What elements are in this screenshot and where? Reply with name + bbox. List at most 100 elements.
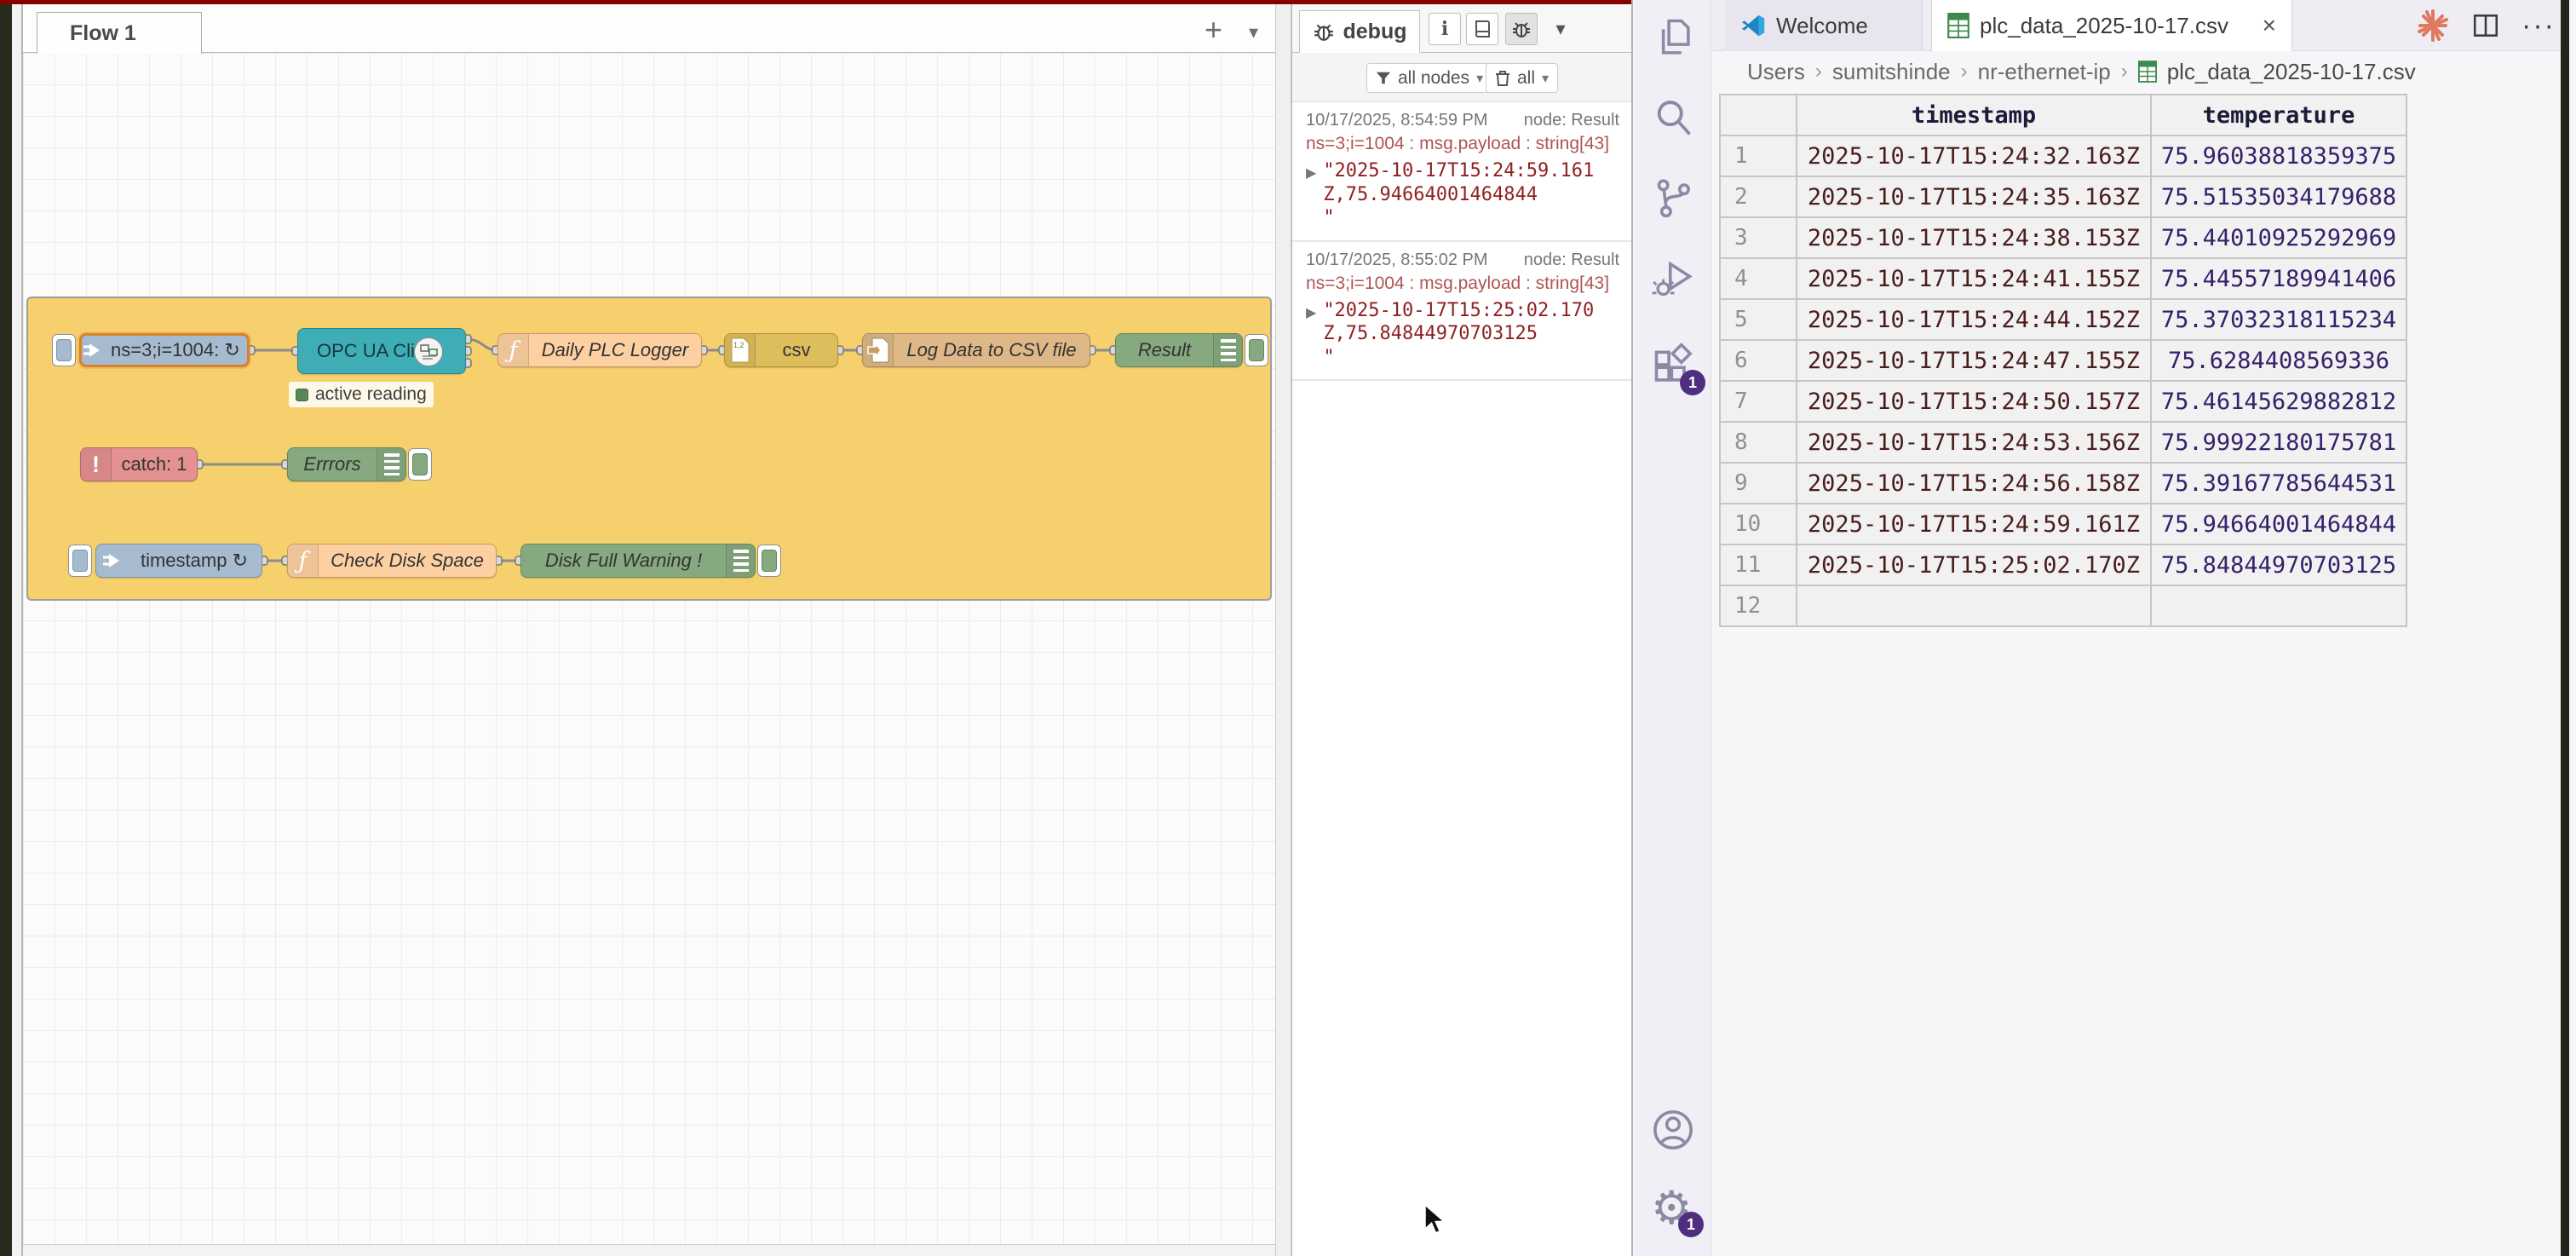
debug-filter-button[interactable]: all nodes ▾ (1366, 63, 1492, 93)
debug-toggle-inner (1249, 339, 1264, 361)
tab-csv-file[interactable]: plc_data_2025-10-17.csv × (1931, 0, 2292, 51)
message-source[interactable]: node: Result (1524, 111, 1619, 130)
breadcrumb-item[interactable]: nr-ethernet-ip (1978, 59, 2111, 85)
message-time: 10/17/2025, 8:54:59 PM (1306, 111, 1488, 130)
timestamp-cell[interactable]: 2025-10-17T15:24:38.153Z (1797, 217, 2151, 258)
table-row[interactable]: 12 (1720, 585, 2406, 626)
temperature-cell[interactable]: 75.44557189941406 (2151, 258, 2406, 299)
column-header[interactable]: temperature (2151, 95, 2406, 135)
source-control-icon[interactable] (1651, 176, 1695, 220)
table-row[interactable]: 112025-10-17T15:25:02.170Z75.84844970703… (1720, 544, 2406, 585)
account-icon[interactable] (1651, 1108, 1695, 1152)
table-row[interactable]: 72025-10-17T15:24:50.157Z75.461456298828… (1720, 381, 2406, 422)
split-editor-icon[interactable] (2467, 7, 2504, 44)
temperature-cell[interactable]: 75.84844970703125 (2151, 544, 2406, 585)
temperature-cell[interactable] (2151, 585, 2406, 626)
flow-canvas[interactable]: ns=3;i=1004: ↻ OPC UA Client active read… (23, 53, 1275, 1244)
column-header[interactable]: timestamp (1797, 95, 2151, 135)
run-debug-icon[interactable] (1651, 256, 1695, 300)
breadcrumb-item[interactable]: sumitshinde (1832, 59, 1951, 85)
debug-toggle-button[interactable] (757, 544, 781, 577)
node-result[interactable]: Result (1115, 333, 1243, 367)
message-source[interactable]: node: Result (1524, 251, 1619, 270)
timestamp-cell[interactable]: 2025-10-17T15:24:53.156Z (1797, 422, 2151, 463)
row-number: 4 (1720, 258, 1797, 299)
info-sidebar-button[interactable]: i (1429, 13, 1461, 45)
node-check-disk[interactable]: ƒ Check Disk Space (287, 544, 497, 578)
status-text: active reading (315, 384, 427, 405)
temperature-cell[interactable]: 75.96038818359375 (2151, 135, 2406, 176)
node-catch[interactable]: ! catch: 1 (80, 447, 198, 481)
timestamp-cell[interactable]: 2025-10-17T15:24:47.155Z (1797, 340, 2151, 381)
node-daily-plc-logger[interactable]: ƒ Daily PLC Logger (497, 333, 702, 367)
flow-tab[interactable]: Flow 1 (37, 12, 202, 54)
canvas-vscrollbar[interactable] (1275, 4, 1291, 1256)
table-row[interactable]: 92025-10-17T15:24:56.158Z75.391677856445… (1720, 463, 2406, 504)
table-row[interactable]: 82025-10-17T15:24:53.156Z75.999221801757… (1720, 422, 2406, 463)
temperature-cell[interactable]: 75.39167785644531 (2151, 463, 2406, 504)
table-row[interactable]: 22025-10-17T15:24:35.163Z75.515350341796… (1720, 176, 2406, 217)
timestamp-cell[interactable] (1797, 585, 2151, 626)
function-icon: ƒ (498, 334, 529, 366)
node-log-to-csv[interactable]: Log Data to CSV file (862, 333, 1090, 367)
help-sidebar-button[interactable] (1466, 13, 1498, 45)
assistant-starburst-icon[interactable] (2414, 7, 2452, 44)
sidebar-menu-button[interactable]: ▾ (1548, 13, 1573, 45)
add-flow-button[interactable]: + (1205, 16, 1222, 43)
temperature-cell[interactable]: 75.44010925292969 (2151, 217, 2406, 258)
node-errors[interactable]: Errrors (287, 447, 406, 481)
table-row[interactable]: 102025-10-17T15:24:59.161Z75.94664001464… (1720, 504, 2406, 544)
breadcrumb-item[interactable]: plc_data_2025-10-17.csv (2167, 59, 2416, 85)
node-inject-opcua[interactable]: ns=3;i=1004: ↻ (79, 333, 250, 367)
explorer-icon[interactable] (1651, 15, 1695, 60)
csv-file-icon (1947, 13, 1969, 38)
table-row[interactable]: 42025-10-17T15:24:41.155Z75.445571899414… (1720, 258, 2406, 299)
inject-button[interactable] (52, 334, 76, 366)
timestamp-cell[interactable]: 2025-10-17T15:24:35.163Z (1797, 176, 2151, 217)
extensions-icon[interactable]: 1 (1651, 343, 1695, 387)
inject-button[interactable] (68, 544, 92, 577)
temperature-cell[interactable]: 75.46145629882812 (2151, 381, 2406, 422)
debug-toolbar: all nodes ▾ all ▾ (1292, 53, 1631, 102)
expand-toggle[interactable]: ▶ (1306, 159, 1316, 230)
canvas-hscrollbar[interactable] (12, 1244, 1275, 1256)
table-row[interactable]: 62025-10-17T15:24:47.155Z75.628440856933… (1720, 340, 2406, 381)
settings-gear-icon[interactable]: ⚙ 1 (1651, 1186, 1695, 1230)
timestamp-cell[interactable]: 2025-10-17T15:24:59.161Z (1797, 504, 2151, 544)
table-row[interactable]: 32025-10-17T15:24:38.153Z75.440109252929… (1720, 217, 2406, 258)
close-tab-icon[interactable]: × (2263, 12, 2276, 39)
vscode-logo-icon (1740, 13, 1766, 38)
table-row[interactable]: 52025-10-17T15:24:44.152Z75.370323181152… (1720, 299, 2406, 340)
temperature-cell[interactable]: 75.6284408569336 (2151, 340, 2406, 381)
search-icon[interactable] (1651, 95, 1695, 140)
node-opcua-client[interactable]: OPC UA Client (297, 328, 466, 374)
temperature-cell[interactable]: 75.94664001464844 (2151, 504, 2406, 544)
table-row[interactable]: 12025-10-17T15:24:32.163Z75.960388183593… (1720, 135, 2406, 176)
caret-down-icon: ▾ (1476, 70, 1483, 87)
breadcrumb-item[interactable]: Users (1747, 59, 1805, 85)
temperature-cell[interactable]: 75.37032318115234 (2151, 299, 2406, 340)
node-csv[interactable]: 1,2 csv (724, 333, 838, 367)
debug-tab[interactable]: debug (1299, 10, 1420, 53)
table-header-row: timestamp temperature (1720, 95, 2406, 135)
node-inject-timestamp[interactable]: timestamp ↻ (95, 544, 262, 578)
debug-clear-button[interactable]: all ▾ (1486, 63, 1558, 93)
debug-toggle-button[interactable] (1245, 334, 1268, 366)
flow-list-button[interactable]: ▾ (1249, 21, 1258, 43)
timestamp-cell[interactable]: 2025-10-17T15:24:32.163Z (1797, 135, 2151, 176)
timestamp-cell[interactable]: 2025-10-17T15:24:44.152Z (1797, 299, 2151, 340)
timestamp-cell[interactable]: 2025-10-17T15:25:02.170Z (1797, 544, 2151, 585)
timestamp-cell[interactable]: 2025-10-17T15:24:56.158Z (1797, 463, 2151, 504)
debug-toggle-button[interactable] (408, 448, 432, 481)
debug-sidebar-button[interactable] (1505, 13, 1538, 45)
temperature-cell[interactable]: 75.51535034179688 (2151, 176, 2406, 217)
expand-toggle[interactable]: ▶ (1306, 299, 1316, 370)
timestamp-cell[interactable]: 2025-10-17T15:24:50.157Z (1797, 381, 2151, 422)
tab-label: plc_data_2025-10-17.csv (1980, 13, 2228, 39)
temperature-cell[interactable]: 75.99922180175781 (2151, 422, 2406, 463)
inject-arrow-icon (82, 336, 102, 365)
tab-welcome[interactable]: Welcome (1725, 0, 1923, 51)
node-disk-warning[interactable]: Disk Full Warning ! (520, 544, 756, 578)
timestamp-cell[interactable]: 2025-10-17T15:24:41.155Z (1797, 258, 2151, 299)
more-actions-icon[interactable]: ··· (2520, 7, 2557, 44)
